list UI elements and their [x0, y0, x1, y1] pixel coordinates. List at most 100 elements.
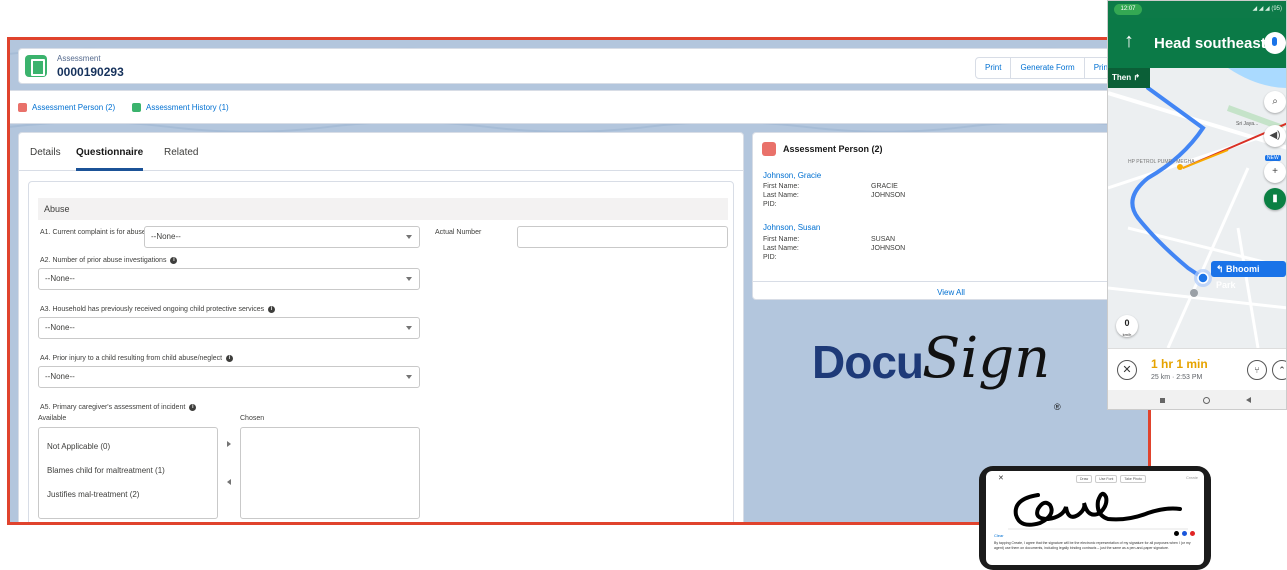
android-nav-bar: [1108, 390, 1286, 409]
a3-label-text: A3. Household has previously received on…: [40, 306, 265, 313]
fuel-icon[interactable]: ▮: [1264, 188, 1286, 210]
last-name-label: Last Name:: [763, 245, 799, 252]
related-link-assessment-history[interactable]: Assessment History (1): [132, 103, 229, 112]
status-bar: 12:07 ◢ ◢ ◢ (95): [1108, 1, 1286, 18]
info-icon[interactable]: i: [189, 404, 197, 411]
alternate-routes-icon[interactable]: ⑂: [1247, 360, 1267, 380]
chevron-down-icon: [406, 277, 412, 281]
clear-button[interactable]: Clear: [994, 533, 1004, 538]
signature-mode-tabs: Draw Use Font Take Photo: [1076, 475, 1146, 483]
section-header-abuse[interactable]: Abuse: [38, 198, 728, 220]
signature-phone-screenshot: ✕ Draw Use Font Take Photo Create Clear …: [979, 466, 1211, 570]
eta-duration: 1 hr 1 min: [1151, 357, 1208, 371]
chosen-listbox[interactable]: [240, 427, 420, 519]
a3-value: --None--: [45, 323, 75, 332]
direction-banner[interactable]: ↑ Head southeast: [1108, 18, 1286, 68]
available-listbox[interactable]: Not Applicable (0) Blames child for malt…: [38, 427, 218, 519]
home-icon[interactable]: [1203, 397, 1210, 404]
move-left-icon[interactable]: [227, 479, 231, 485]
chevron-down-icon: [406, 235, 412, 239]
a4-select[interactable]: --None--: [38, 366, 420, 388]
tab-draw[interactable]: Draw: [1076, 475, 1093, 483]
tab-bar: Details Questionnaire Related: [19, 133, 743, 171]
search-icon[interactable]: ⌕: [1264, 91, 1286, 113]
pid-label: PID:: [763, 201, 777, 208]
last-name-value: JOHNSON: [871, 192, 906, 199]
eta-detail: 25 km · 2:53 PM: [1151, 374, 1203, 381]
speed-unit: km/h: [1122, 332, 1132, 337]
ink-black[interactable]: [1174, 531, 1179, 536]
questionnaire-form: Abuse A1. Current complaint is for abuse…: [28, 181, 734, 522]
first-name-value: SUSAN: [871, 236, 896, 243]
legal-text: By tapping Create, I agree that the sign…: [994, 541, 1191, 550]
generate-form-button[interactable]: Generate Form: [1010, 57, 1085, 79]
person-icon: [762, 142, 776, 156]
list-item[interactable]: Justifies mal-treatment (2): [47, 490, 139, 499]
actual-number-input[interactable]: [517, 226, 728, 248]
ink-color-picker: [1174, 531, 1195, 536]
related-link-assessment-person[interactable]: Assessment Person (2): [18, 103, 115, 112]
info-icon[interactable]: i: [226, 355, 234, 362]
phone-notch: [979, 492, 986, 536]
tab-take-photo[interactable]: Take Photo: [1120, 475, 1146, 483]
a2-value: --None--: [45, 274, 75, 283]
record-header: Assessment 0000190293 Print Generate For…: [18, 48, 1148, 84]
a3-label: A3. Household has previously received on…: [40, 306, 276, 313]
ink-red[interactable]: [1190, 531, 1195, 536]
last-name-value: JOHNSON: [871, 245, 906, 252]
registered-mark: ®: [1054, 402, 1061, 412]
destination-label: ↰ Bhoomi Park: [1211, 261, 1286, 290]
list-item[interactable]: Not Applicable (0): [47, 442, 110, 451]
create-button[interactable]: Create: [1186, 475, 1198, 480]
available-label: Available: [38, 415, 67, 422]
recents-icon[interactable]: [1160, 398, 1165, 403]
close-icon[interactable]: ✕: [1117, 360, 1137, 380]
tab-related[interactable]: Related: [164, 147, 198, 158]
view-all-link[interactable]: View All: [753, 281, 1148, 301]
eta-bar: ✕ 1 hr 1 min 25 km · 2:53 PM ⑂ ⌃: [1108, 348, 1286, 390]
arrow-up-icon: ↑: [1124, 30, 1134, 52]
signature-drawing[interactable]: [1008, 485, 1188, 533]
tab-details[interactable]: Details: [30, 147, 61, 158]
map-phone-screenshot: 12:07 ◢ ◢ ◢ (95) ↑ Head southeast Sri Ja…: [1107, 0, 1287, 410]
signature-screen: ✕ Draw Use Font Take Photo Create Clear …: [986, 471, 1204, 565]
a1-select[interactable]: --None--: [144, 226, 420, 248]
a2-select[interactable]: --None--: [38, 268, 420, 290]
card-title: Assessment Person (2): [783, 144, 883, 154]
person-link-susan[interactable]: Johnson, Susan: [763, 223, 820, 232]
record-type: Assessment: [57, 54, 101, 63]
speedometer: 0 km/h: [1116, 315, 1138, 337]
docusign-logo-text: Docu: [812, 336, 924, 388]
a1-value: --None--: [151, 232, 181, 241]
tab-questionnaire[interactable]: Questionnaire: [76, 147, 144, 171]
tab-use-font[interactable]: Use Font: [1095, 475, 1118, 483]
move-right-icon[interactable]: [227, 441, 231, 447]
pid-label: PID:: [763, 254, 777, 261]
main-record-card: Details Questionnaire Related Abuse A1. …: [18, 132, 744, 522]
chevron-up-icon[interactable]: ⌃: [1272, 360, 1286, 380]
microphone-icon[interactable]: [1264, 32, 1286, 54]
a3-select[interactable]: --None--: [38, 317, 420, 339]
chevron-down-icon: [406, 375, 412, 379]
info-icon[interactable]: i: [268, 306, 276, 313]
related-link-label: Assessment Person (2): [32, 103, 116, 112]
map-canvas[interactable]: Sri Jaya... HP PETROL PUMP - MEGHA: [1108, 68, 1287, 348]
docusign-logo-script: Sign: [922, 326, 1051, 391]
list-item[interactable]: Blames child for maltreatment (1): [47, 466, 165, 475]
close-icon[interactable]: ✕: [998, 474, 1004, 482]
info-icon[interactable]: i: [170, 257, 178, 264]
a1-label: A1. Current complaint is for abuse i: [40, 229, 157, 236]
actual-number-label: Actual Number: [435, 229, 482, 236]
first-name-label: First Name:: [763, 236, 800, 243]
back-icon[interactable]: [1246, 397, 1251, 403]
speaker-icon[interactable]: ◀): [1264, 125, 1286, 147]
assessment-icon: [25, 55, 47, 77]
ink-blue[interactable]: [1182, 531, 1187, 536]
a1-label-text: A1. Current complaint is for abuse: [40, 229, 146, 236]
a5-label-text: A5. Primary caregiver's assessment of in…: [40, 404, 186, 411]
assessment-person-card: Assessment Person (2) Johnson, Gracie Fi…: [752, 132, 1148, 301]
poi-label: Sri Jaya...: [1236, 121, 1258, 127]
print-button[interactable]: Print: [975, 57, 1012, 79]
report-icon[interactable]: +: [1264, 161, 1286, 183]
person-link-gracie[interactable]: Johnson, Gracie: [763, 171, 821, 180]
